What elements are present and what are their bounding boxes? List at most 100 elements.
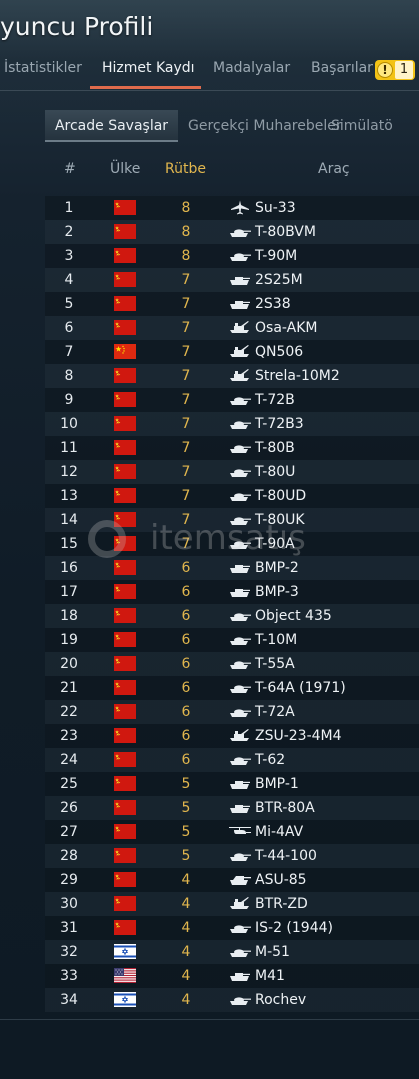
vehicle-name[interactable]: T-90M (255, 246, 297, 266)
row-number: 31 (60, 920, 78, 936)
vehicle-name[interactable]: M41 (255, 966, 285, 986)
table-row[interactable]: 29 4 ASU-85 (45, 868, 419, 892)
vehicle-name[interactable]: Strela-10M2 (255, 366, 340, 386)
table-row[interactable]: 11 7 T-80B (45, 436, 419, 460)
vehicle-name[interactable]: QN506 (255, 342, 303, 362)
ussr-flag-icon (114, 656, 136, 671)
table-row[interactable]: 28 5 T-44-100 (45, 844, 419, 868)
vehicle-name[interactable]: BMP-3 (255, 582, 299, 602)
vehicle-name[interactable]: Rochev (255, 990, 306, 1010)
vehicle-name[interactable]: BMP-2 (255, 558, 299, 578)
ussr-flag-icon (114, 704, 136, 719)
table-row[interactable]: 19 6 T-10M (45, 628, 419, 652)
table-row[interactable]: 5 7 2S38 (45, 292, 419, 316)
vehicle-name[interactable]: T-72A (255, 702, 295, 722)
table-row[interactable]: 13 7 T-80UD (45, 484, 419, 508)
table-row[interactable]: 22 6 T-72A (45, 700, 419, 724)
table-row[interactable]: 7 7 QN506 (45, 340, 419, 364)
vehicle-name[interactable]: 2S25M (255, 270, 303, 290)
row-number: 26 (60, 800, 78, 816)
table-row[interactable]: 3 8 T-90M (45, 244, 419, 268)
vehicle-name[interactable]: T-10M (255, 630, 297, 650)
table-row[interactable]: 9 7 T-72B (45, 388, 419, 412)
notification-badge[interactable]: ! 1 (375, 60, 415, 80)
table-row[interactable]: 32 4 M-51 (45, 940, 419, 964)
vehicle-name[interactable]: T-72B (255, 390, 295, 410)
table-row[interactable]: 6 7 Osa-AKM (45, 316, 419, 340)
table-row[interactable]: 31 4 IS-2 (1944) (45, 916, 419, 940)
row-number: 24 (60, 752, 78, 768)
row-number: 21 (60, 680, 78, 696)
vehicle-name[interactable]: Object 435 (255, 606, 332, 626)
row-rank: 6 (181, 632, 191, 648)
table-row[interactable]: 21 6 T-64A (1971) (45, 676, 419, 700)
vehicle-name[interactable]: T-80BVM (255, 222, 316, 242)
table-row[interactable]: 12 7 T-80U (45, 460, 419, 484)
tank-icon (228, 992, 252, 1007)
vehicle-name[interactable]: BTR-ZD (255, 894, 308, 914)
tab-simulator-battles[interactable]: Simülatö (331, 118, 393, 134)
vehicle-name[interactable]: T-44-100 (255, 846, 317, 866)
vehicle-name[interactable]: Su-33 (255, 198, 296, 218)
tab-achievements[interactable]: Başarılar (311, 60, 373, 76)
vehicle-name[interactable]: T-62 (255, 750, 285, 770)
row-number: 13 (60, 488, 78, 504)
vehicle-name[interactable]: Mi-4AV (255, 822, 303, 842)
vehicle-name[interactable]: T-90A (255, 534, 295, 554)
spaa-icon (228, 368, 252, 383)
table-row[interactable]: 23 6 ZSU-23-4M4 (45, 724, 419, 748)
vehicle-name[interactable]: IS-2 (1944) (255, 918, 333, 938)
vehicle-name[interactable]: T-80UD (255, 486, 306, 506)
tab-statistics[interactable]: İstatistikler (4, 60, 82, 76)
tab-medals[interactable]: Madalyalar (213, 60, 290, 76)
tank-icon (228, 392, 252, 407)
table-row[interactable]: 24 6 T-62 (45, 748, 419, 772)
vehicle-name[interactable]: T-80UK (255, 510, 305, 530)
table-row[interactable]: 25 5 BMP-1 (45, 772, 419, 796)
table-row[interactable]: 8 7 Strela-10M2 (45, 364, 419, 388)
tab-arcade-battles[interactable]: Arcade Savaşlar (45, 110, 178, 142)
vehicle-name[interactable]: 2S38 (255, 294, 291, 314)
vehicle-name[interactable]: T-64A (1971) (255, 678, 346, 698)
table-row[interactable]: 30 4 BTR-ZD (45, 892, 419, 916)
vehicle-name[interactable]: ASU-85 (255, 870, 307, 890)
table-row[interactable]: 33 4 M41 (45, 964, 419, 988)
table-row[interactable]: 17 6 BMP-3 (45, 580, 419, 604)
ussr-flag-icon (114, 296, 136, 311)
table-row[interactable]: 1 8 Su-33 (45, 196, 419, 220)
tab-service-record[interactable]: Hizmet Kaydı (102, 60, 195, 76)
vehicle-name[interactable]: T-80U (255, 462, 295, 482)
vehicle-name[interactable]: T-80B (255, 438, 295, 458)
table-row[interactable]: 2 8 T-80BVM (45, 220, 419, 244)
table-row[interactable]: 26 5 BTR-80A (45, 796, 419, 820)
ussr-flag-icon (114, 536, 136, 551)
tab-realistic-battles[interactable]: Gerçekçi Muharebeler (188, 118, 342, 134)
spaa-icon (228, 320, 252, 335)
row-rank: 7 (181, 536, 191, 552)
column-header-vehicle: Araç (318, 161, 350, 177)
ussr-flag-icon (114, 872, 136, 887)
vehicle-name[interactable]: ZSU-23-4M4 (255, 726, 342, 746)
vehicle-name[interactable]: T-72B3 (255, 414, 304, 434)
table-row[interactable]: 15 7 T-90A (45, 532, 419, 556)
table-row[interactable]: 10 7 T-72B3 (45, 412, 419, 436)
ussr-flag-icon (114, 608, 136, 623)
table-row[interactable]: 20 6 T-55A (45, 652, 419, 676)
ussr-flag-icon (114, 320, 136, 335)
row-rank: 7 (181, 512, 191, 528)
vehicle-name[interactable]: Osa-AKM (255, 318, 317, 338)
vehicle-name[interactable]: BTR-80A (255, 798, 315, 818)
light-tank-icon (228, 272, 252, 287)
row-number: 5 (64, 296, 74, 312)
vehicle-name[interactable]: BMP-1 (255, 774, 299, 794)
table-row[interactable]: 34 4 Rochev (45, 988, 419, 1012)
ussr-flag-icon (114, 800, 136, 815)
row-rank: 7 (181, 272, 191, 288)
table-row[interactable]: 14 7 T-80UK (45, 508, 419, 532)
table-row[interactable]: 4 7 2S25M (45, 268, 419, 292)
table-row[interactable]: 16 6 BMP-2 (45, 556, 419, 580)
table-row[interactable]: 27 5 Mi-4AV (45, 820, 419, 844)
vehicle-name[interactable]: T-55A (255, 654, 295, 674)
table-row[interactable]: 18 6 Object 435 (45, 604, 419, 628)
vehicle-name[interactable]: M-51 (255, 942, 290, 962)
